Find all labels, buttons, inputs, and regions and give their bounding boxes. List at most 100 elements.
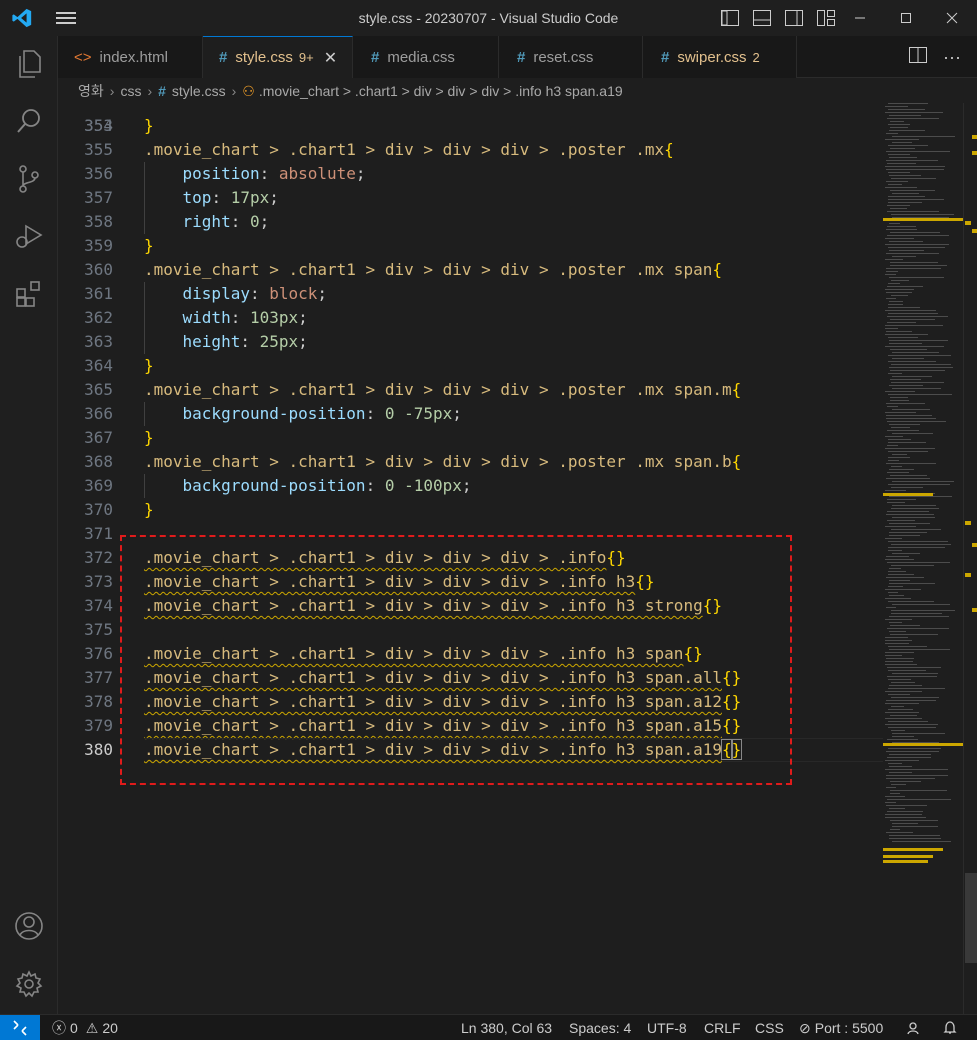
code-line: 361 display: block;: [58, 282, 883, 306]
run-debug-icon[interactable]: [0, 212, 58, 260]
line-number: 369: [84, 476, 113, 495]
minimize-icon[interactable]: [837, 0, 883, 36]
code-line: 366 background-position: 0 -75px;: [58, 402, 883, 426]
settings-gear-icon[interactable]: [0, 960, 58, 1008]
minimap-line: [887, 499, 916, 500]
cursor-position[interactable]: Ln 380, Col 63: [461, 1015, 552, 1040]
notifications-bell-icon[interactable]: [942, 1015, 958, 1040]
breadcrumb-symbol[interactable]: .movie_chart > .chart1 > div > div > div…: [259, 83, 623, 99]
tab-index-html[interactable]: <> index.html: [58, 36, 203, 78]
split-editor-icon[interactable]: [909, 46, 928, 68]
toggle-secondary-sidebar-icon[interactable]: [782, 6, 806, 30]
breadcrumb-folder[interactable]: 영화: [78, 81, 104, 101]
scrollbar-warning-marker: [972, 543, 977, 547]
minimap-line: [892, 352, 939, 353]
hamburger-menu-icon[interactable]: [52, 0, 80, 36]
minimap-line: [889, 343, 922, 344]
minimap-line: [888, 688, 945, 689]
more-actions-icon[interactable]: ···: [943, 47, 961, 68]
minimap-line: [888, 646, 927, 647]
customize-layout-icon[interactable]: [814, 6, 838, 30]
tab-swiper-css[interactable]: # swiper.css 2: [643, 36, 797, 78]
minimap-line: [891, 295, 908, 296]
minimap[interactable]: [883, 103, 963, 1014]
minimap-line: [885, 259, 903, 260]
code-line: 362 width: 103px;: [58, 306, 883, 330]
html-icon: <>: [74, 48, 92, 66]
minimap-line: [889, 532, 927, 533]
minimap-line: [889, 469, 914, 470]
minimap-line: [890, 634, 938, 635]
close-window-icon[interactable]: [929, 0, 975, 36]
minimap-line: [886, 658, 914, 659]
tab-style-css[interactable]: # style.css 9+ ✕: [203, 36, 353, 78]
live-server-port[interactable]: ⊘ Port : 5500: [799, 1015, 883, 1040]
code-line: 357 top: 17px;: [58, 186, 883, 210]
source-control-icon[interactable]: [0, 155, 58, 203]
minimap-line: [888, 103, 928, 104]
line-number: 362: [84, 308, 113, 327]
minimap-line: [887, 799, 951, 800]
minimap-line: [888, 247, 945, 248]
minimap-line: [889, 175, 921, 176]
end-of-line[interactable]: CRLF: [704, 1015, 741, 1040]
scrollbar-thumb[interactable]: [965, 873, 977, 963]
code-line: 367}: [58, 426, 883, 450]
minimap-line: [887, 286, 923, 287]
minimap-line: [889, 838, 941, 839]
minimap-line: [890, 715, 917, 716]
minimap-line: [885, 769, 948, 770]
scrollbar-warning-marker: [972, 229, 977, 233]
line-number: 359: [84, 236, 113, 255]
minimap-line: [885, 238, 914, 239]
minimap-line: [892, 604, 950, 605]
minimap-line: [886, 160, 938, 161]
vertical-scrollbar[interactable]: [963, 103, 977, 1014]
tab-media-css[interactable]: # media.css: [353, 36, 499, 78]
breadcrumb-file[interactable]: style.css: [172, 83, 226, 99]
code-line: 355 .movie_chart > .chart1 > div > div > …: [58, 138, 883, 162]
accounts-icon[interactable]: [0, 902, 58, 950]
encoding[interactable]: UTF-8: [647, 1015, 687, 1040]
feedback-icon[interactable]: [906, 1015, 922, 1040]
code-editor[interactable]: 353 354} 355 .movie_chart > .chart1 > div …: [58, 103, 883, 1014]
minimap-line: [887, 235, 949, 236]
minimap-line: [886, 133, 898, 134]
minimap-line: [891, 382, 944, 383]
minimap-line: [885, 436, 903, 437]
problems-status[interactable]: ⓧ 0 ⚠ 20: [52, 1015, 118, 1040]
minimap-line: [887, 511, 929, 512]
code-line: 370}: [58, 498, 883, 522]
minimap-line: [888, 283, 900, 284]
minimap-line: [888, 361, 936, 362]
editor-tab-bar: <> index.html # style.css 9+ ✕ # media.c…: [58, 36, 977, 78]
minimap-line: [885, 328, 898, 329]
tab-label: reset.css: [533, 48, 594, 66]
breadcrumb-folder[interactable]: css: [120, 83, 141, 99]
code-text: right: 0;: [182, 212, 270, 231]
line-number: 372: [84, 548, 113, 567]
minimap-line: [888, 196, 925, 197]
minimap-line: [885, 724, 938, 725]
language-mode[interactable]: CSS: [755, 1015, 784, 1040]
minimap-line: [887, 406, 898, 407]
minimap-line: [887, 502, 905, 503]
maximize-icon[interactable]: [883, 0, 929, 36]
explorer-icon[interactable]: [0, 40, 58, 88]
minimap-line: [888, 547, 945, 548]
toggle-primary-sidebar-icon[interactable]: [718, 6, 742, 30]
extensions-icon[interactable]: [0, 270, 58, 318]
indentation[interactable]: Spaces: 4: [569, 1015, 631, 1040]
no-entry-icon: ⊘: [799, 1020, 811, 1036]
problems-badge: 9+: [298, 50, 314, 65]
minimap-line: [888, 109, 925, 110]
tab-reset-css[interactable]: # reset.css: [499, 36, 643, 78]
remote-indicator-icon[interactable]: [0, 1015, 40, 1040]
minimap-line: [889, 580, 910, 581]
search-icon[interactable]: [0, 97, 58, 145]
close-tab-icon[interactable]: ✕: [324, 48, 337, 68]
toggle-panel-icon[interactable]: [750, 6, 774, 30]
minimap-line: [890, 475, 927, 476]
minimap-line: [888, 679, 911, 680]
code-text: .movie_chart > .chart1 > div > div > div…: [144, 260, 722, 279]
